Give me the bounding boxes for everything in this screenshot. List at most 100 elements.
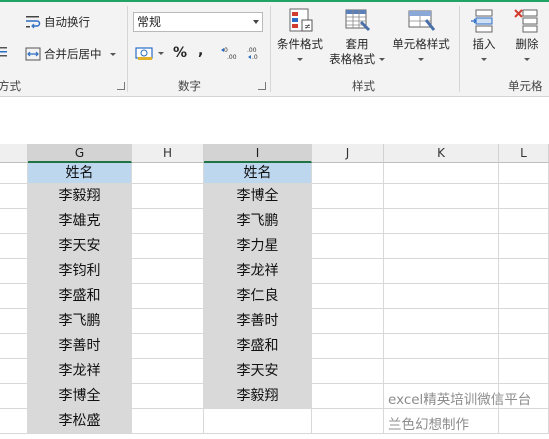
empty-cell[interactable]	[312, 384, 384, 409]
cell-styles-dropdown-icon[interactable]	[418, 58, 424, 61]
name-cell-g[interactable]: 李雄克	[28, 209, 132, 234]
empty-cell[interactable]	[312, 234, 384, 259]
header-cell-g[interactable]: 姓名	[28, 163, 132, 184]
delete-dropdown-icon[interactable]	[524, 58, 530, 61]
header-cell-i[interactable]: 姓名	[204, 163, 312, 184]
column-header-l[interactable]: L	[499, 144, 549, 163]
empty-cell[interactable]	[312, 209, 384, 234]
insert-button[interactable]: 插入	[464, 6, 504, 67]
format-as-table-button[interactable]: 套用 表格格式	[328, 6, 386, 67]
empty-cell[interactable]	[0, 284, 28, 309]
name-cell-g[interactable]: 李盛和	[28, 284, 132, 309]
empty-cell[interactable]	[384, 284, 499, 309]
name-cell-g[interactable]: 李天安	[28, 234, 132, 259]
empty-cell[interactable]	[499, 409, 549, 434]
empty-cell[interactable]	[384, 234, 499, 259]
empty-cell[interactable]	[0, 334, 28, 359]
empty-cell[interactable]	[0, 259, 28, 284]
delete-button[interactable]: 删除	[507, 6, 547, 67]
name-cell-i[interactable]: 李龙祥	[204, 259, 312, 284]
name-cell-g[interactable]: 李松盛	[28, 409, 132, 434]
empty-cell[interactable]	[0, 409, 28, 434]
empty-cell[interactable]	[0, 359, 28, 384]
name-cell-g[interactable]: 李毅翔	[28, 184, 132, 209]
empty-cell[interactable]	[0, 234, 28, 259]
empty-cell[interactable]	[132, 409, 204, 434]
name-cell-i[interactable]: 李盛和	[204, 334, 312, 359]
column-header-g[interactable]: G	[28, 144, 132, 163]
name-cell-i[interactable]: 李仁良	[204, 284, 312, 309]
merge-center-dropdown-icon[interactable]	[109, 52, 116, 56]
wrap-text-button[interactable]: 自动换行	[25, 14, 90, 30]
name-cell-i[interactable]: 李善时	[204, 309, 312, 334]
empty-cell[interactable]	[499, 259, 549, 284]
empty-cell[interactable]	[0, 163, 28, 184]
empty-cell[interactable]	[384, 309, 499, 334]
empty-cell[interactable]	[499, 309, 549, 334]
empty-cell[interactable]	[499, 284, 549, 309]
column-header-j[interactable]: J	[312, 144, 384, 163]
comma-button[interactable]: ,	[198, 43, 203, 59]
empty-cell[interactable]	[384, 334, 499, 359]
empty-cell[interactable]	[132, 309, 204, 334]
empty-cell[interactable]	[312, 184, 384, 209]
column-header-h[interactable]: H	[132, 144, 204, 163]
name-cell-i[interactable]: 李天安	[204, 359, 312, 384]
column-header-k[interactable]: K	[384, 144, 499, 163]
empty-cell[interactable]	[0, 209, 28, 234]
name-cell-g[interactable]: 李飞鹏	[28, 309, 132, 334]
empty-cell[interactable]	[384, 259, 499, 284]
empty-cell[interactable]	[132, 384, 204, 409]
empty-cell[interactable]	[204, 409, 312, 434]
accounting-dropdown-icon[interactable]	[158, 51, 164, 55]
empty-cell[interactable]	[499, 184, 549, 209]
column-header-i[interactable]: I	[204, 144, 312, 163]
merge-center-button[interactable]: 合并后居中	[25, 46, 116, 62]
empty-cell[interactable]	[312, 163, 384, 184]
empty-cell[interactable]	[132, 163, 204, 184]
empty-cell[interactable]	[132, 284, 204, 309]
empty-cell[interactable]	[312, 259, 384, 284]
name-cell-i[interactable]: 李飞鹏	[204, 209, 312, 234]
empty-cell[interactable]	[0, 384, 28, 409]
empty-cell[interactable]	[312, 309, 384, 334]
decrease-decimal-button[interactable]: .00.0	[244, 45, 262, 61]
empty-cell[interactable]	[132, 259, 204, 284]
cell-styles-button[interactable]: 单元格样式	[388, 6, 454, 67]
empty-cell[interactable]	[384, 163, 499, 184]
conditional-format-dropdown-icon[interactable]	[297, 58, 303, 61]
alignment-launcher-icon[interactable]	[117, 82, 125, 90]
empty-cell[interactable]	[132, 209, 204, 234]
number-format-select[interactable]: 常规	[133, 12, 263, 32]
increase-decimal-button[interactable]: 0.00	[221, 45, 239, 61]
empty-cell[interactable]	[499, 234, 549, 259]
empty-cell[interactable]	[312, 409, 384, 434]
empty-cell[interactable]	[132, 359, 204, 384]
empty-cell[interactable]	[499, 334, 549, 359]
formula-bar-area[interactable]	[0, 97, 549, 135]
name-cell-g[interactable]: 李龙祥	[28, 359, 132, 384]
name-cell-i[interactable]: 李毅翔	[204, 384, 312, 409]
empty-cell[interactable]	[0, 184, 28, 209]
indent-icon[interactable]	[0, 45, 8, 59]
empty-cell[interactable]	[132, 234, 204, 259]
name-cell-g[interactable]: 李博全	[28, 384, 132, 409]
number-launcher-icon[interactable]	[258, 82, 266, 90]
accounting-format-button[interactable]	[135, 45, 164, 61]
empty-cell[interactable]	[312, 284, 384, 309]
empty-cell[interactable]	[384, 184, 499, 209]
chevron-down-icon[interactable]	[253, 20, 259, 24]
empty-cell[interactable]	[499, 209, 549, 234]
percent-button[interactable]: %	[173, 45, 187, 61]
empty-cell[interactable]	[384, 359, 499, 384]
empty-cell[interactable]	[132, 334, 204, 359]
column-header-partial[interactable]	[0, 144, 28, 163]
insert-dropdown-icon[interactable]	[481, 58, 487, 61]
empty-cell[interactable]	[312, 334, 384, 359]
empty-cell[interactable]	[499, 163, 549, 184]
name-cell-i[interactable]: 李力星	[204, 234, 312, 259]
name-cell-i[interactable]: 李博全	[204, 184, 312, 209]
empty-cell[interactable]	[0, 309, 28, 334]
empty-cell[interactable]	[384, 209, 499, 234]
empty-cell[interactable]	[132, 184, 204, 209]
